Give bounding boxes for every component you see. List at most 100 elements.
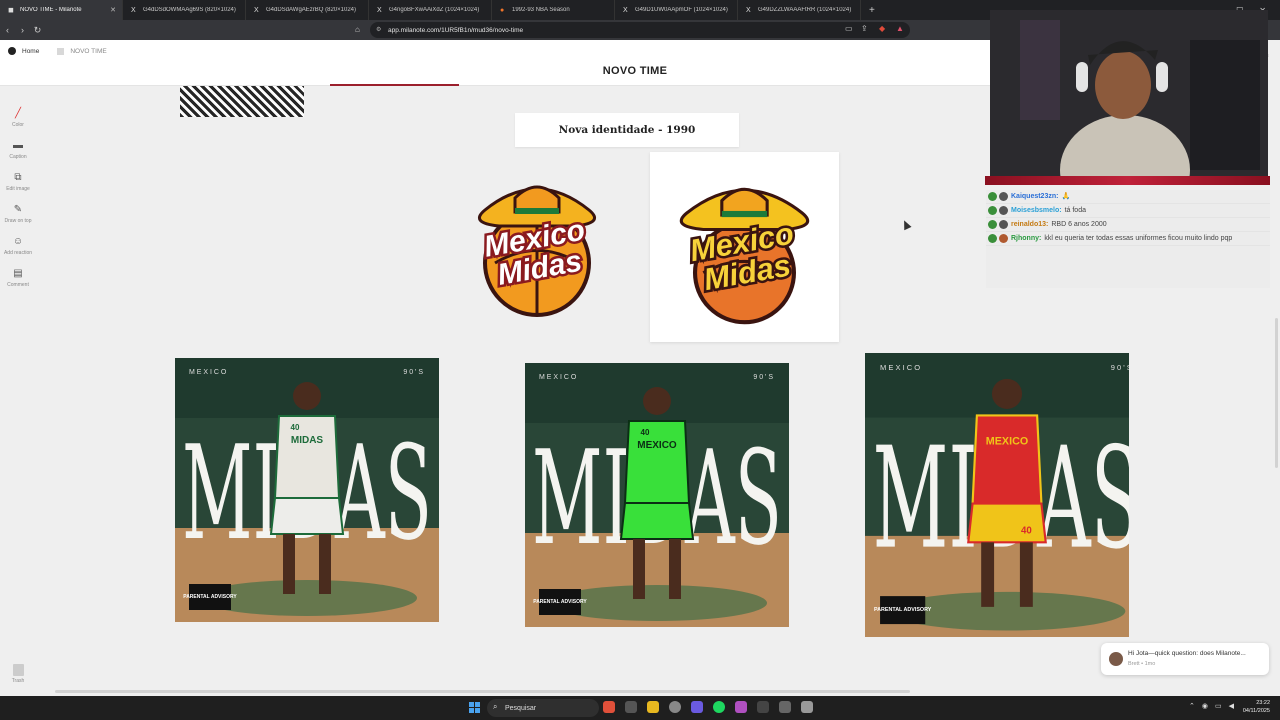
svg-text:MIDAS: MIDAS xyxy=(291,435,324,446)
cast-icon[interactable]: ▭ xyxy=(845,24,853,33)
system-tray: ⌃ ◉ ▭ ◀ xyxy=(1189,702,1234,710)
user-badge-icon xyxy=(999,192,1008,201)
breadcrumb-board[interactable]: NOVO TIME xyxy=(70,48,106,55)
poster-white-uniform[interactable]: MIDAS M E X I C O 9 0 ' S MIDAS 40 PAREN… xyxy=(175,358,439,622)
board-title[interactable]: NOVO TIME xyxy=(560,65,710,77)
mic-icon[interactable]: ◉ xyxy=(1202,702,1208,710)
streamer-video xyxy=(990,10,1268,178)
poster-green-uniform[interactable]: MIDAS M E X I C O 9 0 ' S MEXICO 40 PARE… xyxy=(525,363,789,627)
chrome-icon[interactable] xyxy=(669,701,681,713)
mexico-midas-logo-transparent[interactable]: Mexico Midas xyxy=(455,168,620,318)
bookmark-icon[interactable]: ⌂ xyxy=(355,25,360,34)
svg-text:40: 40 xyxy=(291,423,300,432)
tool-color[interactable]: ╱ Color xyxy=(2,108,34,128)
milanote-icon: ◼ xyxy=(8,6,14,14)
comment-icon: ▤ xyxy=(13,268,23,279)
rewards-icon[interactable]: ▲ xyxy=(896,24,904,33)
windows-taskbar: ⌕ Pesquisar ⌃ ◉ ▭ ◀ 23:22 04/11/2025 xyxy=(0,696,1280,720)
app-icon[interactable] xyxy=(735,701,747,713)
user-badge-icon xyxy=(999,234,1008,243)
mexico-midas-logo: Mexico Midas xyxy=(679,187,810,325)
trash-button[interactable]: Trash xyxy=(8,664,28,684)
tab-novo-time[interactable]: ◼ NOVO TIME - Milanote ✕ xyxy=(0,0,123,20)
tab-image-1[interactable]: X G4dDSdOWMAAg69S (820×1024) xyxy=(123,0,246,20)
share-icon[interactable]: ⇪ xyxy=(861,24,868,33)
tool-caption[interactable]: ▬ Caption xyxy=(2,140,34,160)
chevron-up-icon[interactable]: ⌃ xyxy=(1189,702,1195,710)
window-icon[interactable] xyxy=(801,701,813,713)
svg-text:40: 40 xyxy=(1021,526,1032,537)
mouse-cursor-icon xyxy=(900,218,912,231)
brave-shield-icon[interactable]: ◆ xyxy=(879,24,885,33)
board-icon xyxy=(57,47,65,55)
settings-app-icon[interactable] xyxy=(625,701,637,713)
url-field[interactable]: ⚙ app.milanote.com/1UR5fB1n/mud36/novo-t… xyxy=(370,22,910,38)
x-icon: X xyxy=(254,6,259,14)
subscriber-badge-icon xyxy=(988,220,997,229)
svg-text:PARENTAL ADVISORY: PARENTAL ADVISORY xyxy=(183,594,237,600)
tab-image-3[interactable]: X G4ngoBFXwAAiXdZ (1024×1024) xyxy=(369,0,492,20)
poster-red-uniform[interactable]: MIDAS M E X I C O 9 0 ' S MEXICO 40 PARE… xyxy=(865,353,1129,637)
tool-edit-image[interactable]: ⧉ Edit image xyxy=(2,172,34,192)
selection-highlight xyxy=(330,84,459,86)
poster-art: MIDAS M E X I C O 9 0 ' S MEXICO 40 PARE… xyxy=(865,353,1129,637)
tool-draw[interactable]: ✎ Draw on top xyxy=(2,204,34,224)
windows-start-icon[interactable] xyxy=(469,702,480,713)
breadcrumb-home[interactable]: Home xyxy=(22,48,39,55)
tab-nba-season[interactable]: ● 1992-93 NBA Season xyxy=(492,0,615,20)
spotify-icon[interactable] xyxy=(713,701,725,713)
tool-reaction[interactable]: ☺ Add reaction xyxy=(2,236,34,256)
pen-color-icon: ╱ xyxy=(14,108,22,119)
subscriber-badge-icon xyxy=(988,234,997,243)
x-icon: X xyxy=(131,6,136,14)
milanote-logo-icon[interactable] xyxy=(8,47,16,55)
tab-image-5[interactable]: X G49DZZLWAAAFtRR (1024×1024) xyxy=(738,0,861,20)
network-icon[interactable]: ▭ xyxy=(1215,702,1222,710)
note-card[interactable]: Nova identidade - 1990 xyxy=(515,113,739,147)
vertical-scrollbar[interactable] xyxy=(1275,318,1278,468)
smile-icon: ☺ xyxy=(12,236,24,247)
subscriber-badge-icon xyxy=(988,192,997,201)
svg-text:9 0 ' S: 9 0 ' S xyxy=(403,369,423,376)
intercom-message-toast[interactable]: Hi Jota—quick question: does Milanote...… xyxy=(1101,643,1269,675)
taskbar-search[interactable]: ⌕ Pesquisar xyxy=(487,699,599,717)
x-icon: X xyxy=(377,6,382,14)
volume-icon[interactable]: ◀ xyxy=(1229,702,1234,710)
site-info-icon[interactable]: ⚙ xyxy=(376,26,381,33)
taskbar-clock[interactable]: 23:22 04/11/2025 xyxy=(1243,699,1270,715)
tool-comment[interactable]: ▤ Comment xyxy=(2,268,34,288)
svg-text:M E X I C O: M E X I C O xyxy=(539,374,577,381)
svg-text:MEXICO: MEXICO xyxy=(986,435,1028,447)
close-tab-icon[interactable]: ✕ xyxy=(110,6,116,14)
new-tab-icon[interactable]: + xyxy=(861,5,883,16)
search-icon: ⌕ xyxy=(493,702,498,711)
pattern-image[interactable] xyxy=(180,86,304,117)
avatar xyxy=(1109,652,1123,666)
svg-text:M E X I C O: M E X I C O xyxy=(880,363,920,372)
fire-icon: ● xyxy=(500,6,505,14)
discord-icon[interactable] xyxy=(691,701,703,713)
reload-icon[interactable]: ↻ xyxy=(30,25,45,36)
gear-icon[interactable] xyxy=(779,701,791,713)
file-explorer-icon[interactable] xyxy=(647,701,659,713)
chat-message: Rjhonny: kkl eu queria ter todas essas un… xyxy=(986,232,1270,246)
chat-message: reinaldo13: RBD 6 anos 2000 xyxy=(986,218,1270,232)
horizontal-scrollbar[interactable] xyxy=(55,690,910,693)
brave-icon[interactable] xyxy=(603,701,615,713)
chat-message: Kaiquest23zn: 🙏 xyxy=(986,190,1270,204)
terminal-icon[interactable] xyxy=(757,701,769,713)
back-icon[interactable]: ‹ xyxy=(0,25,15,35)
board-header: Home NOVO TIME NOVO TIME xyxy=(0,40,990,86)
user-badge-icon xyxy=(999,206,1008,215)
forward-icon[interactable]: › xyxy=(15,25,30,35)
tab-image-2[interactable]: X G4dDSdAWgAEzrBQ (820×1024) xyxy=(246,0,369,20)
tab-image-4[interactable]: X G49D1UW0AApmOF (1024×1024) xyxy=(615,0,738,20)
pencil-icon: ✎ xyxy=(13,204,23,215)
x-icon: X xyxy=(623,6,628,14)
breadcrumb: Home NOVO TIME xyxy=(8,47,107,55)
mexico-midas-logo-card[interactable]: Mexico Midas xyxy=(650,152,839,342)
subscriber-badge-icon xyxy=(988,206,997,215)
trash-icon xyxy=(12,664,24,676)
crop-icon: ⧉ xyxy=(14,172,22,183)
stream-chat: Kaiquest23zn: 🙏 Moisesbsmelo: tá foda re… xyxy=(986,190,1270,288)
